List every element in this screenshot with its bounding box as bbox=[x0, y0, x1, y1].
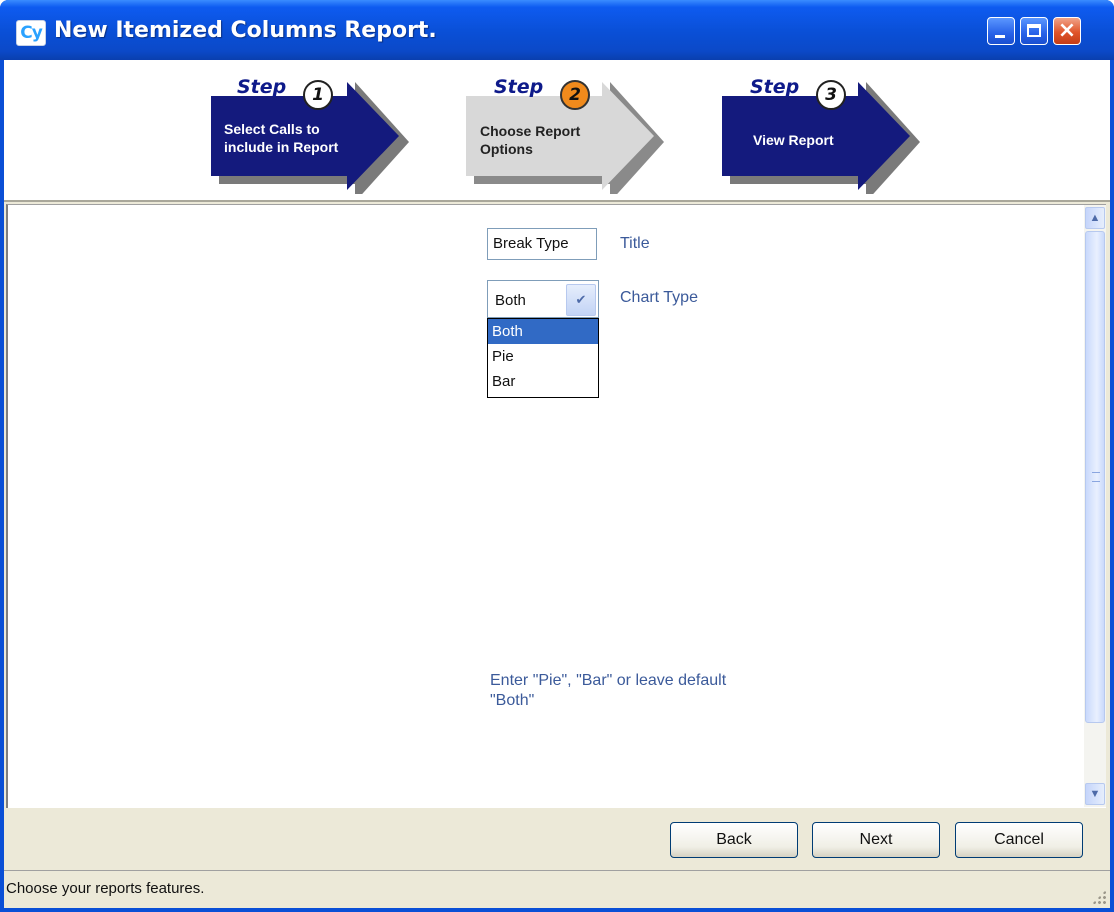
step-2-label-line2: Options bbox=[480, 141, 533, 157]
maximize-icon bbox=[1027, 24, 1041, 37]
wizard-steps: Step 1 Select Calls to include in Report… bbox=[4, 60, 1110, 202]
resize-grip-icon[interactable] bbox=[1092, 890, 1106, 904]
step-3: Step 3 View Report bbox=[720, 74, 930, 194]
vertical-scrollbar[interactable]: ▲ ▼ bbox=[1084, 205, 1106, 807]
window-title: New Itemized Columns Report. bbox=[54, 18, 437, 43]
arrow-up-icon[interactable]: ▲ bbox=[1085, 207, 1105, 229]
status-bar: Choose your reports features. bbox=[4, 870, 1110, 908]
step-1-label-line1: Select Calls to bbox=[224, 121, 320, 137]
step-1-label-line2: include in Report bbox=[224, 139, 339, 155]
app-icon-text: Cy bbox=[20, 23, 43, 43]
minimize-button[interactable] bbox=[987, 17, 1015, 45]
chart-type-label: Chart Type bbox=[620, 289, 698, 306]
title-input[interactable]: Break Type bbox=[487, 228, 597, 260]
step-3-word: Step bbox=[750, 76, 800, 98]
step-2-word: Step bbox=[494, 76, 544, 98]
maximize-button[interactable] bbox=[1020, 17, 1048, 45]
step-3-label: View Report bbox=[753, 131, 834, 149]
scrollbar-thumb[interactable] bbox=[1085, 231, 1105, 723]
step-3-label-line1: View Report bbox=[753, 132, 834, 148]
arrow-down-icon[interactable]: ▼ bbox=[1085, 783, 1105, 805]
client-area: Step 1 Select Calls to include in Report… bbox=[4, 60, 1110, 908]
close-button[interactable]: × bbox=[1053, 17, 1081, 45]
chevron-down-icon[interactable]: ✔ bbox=[566, 284, 596, 316]
step-1-label: Select Calls to include in Report bbox=[224, 120, 338, 156]
title-bar[interactable]: Cy New Itemized Columns Report. × bbox=[0, 0, 1114, 60]
chart-type-option-bar[interactable]: Bar bbox=[488, 369, 598, 394]
chart-type-option-pie[interactable]: Pie bbox=[488, 344, 598, 369]
next-button[interactable]: Next bbox=[812, 822, 940, 858]
chart-type-hint: Enter "Pie", "Bar" or leave default "Bot… bbox=[490, 672, 727, 709]
step-1: Step 1 Select Calls to include in Report bbox=[209, 74, 419, 194]
chart-type-value: Both bbox=[495, 292, 526, 309]
back-button[interactable]: Back bbox=[670, 822, 798, 858]
step-1-word: Step bbox=[237, 76, 287, 98]
grip-icon bbox=[1092, 472, 1100, 482]
cancel-button[interactable]: Cancel bbox=[955, 822, 1083, 858]
step-2-label: Choose Report Options bbox=[480, 122, 580, 158]
chart-type-select[interactable]: Both ✔ bbox=[487, 280, 599, 318]
chart-type-option-both[interactable]: Both bbox=[488, 319, 598, 344]
chart-type-dropdown: Both Pie Bar bbox=[487, 318, 599, 398]
status-text: Choose your reports features. bbox=[6, 880, 205, 897]
app-icon: Cy bbox=[16, 20, 46, 46]
step-2-number: 2 bbox=[560, 80, 590, 110]
step-2: Step 2 Choose Report Options bbox=[464, 74, 674, 194]
close-icon: × bbox=[1057, 18, 1077, 43]
step-3-number: 3 bbox=[816, 80, 846, 110]
report-wizard-window: Cy New Itemized Columns Report. × Step 1… bbox=[0, 0, 1114, 912]
step-2-label-line1: Choose Report bbox=[480, 123, 581, 139]
title-label: Title bbox=[620, 235, 650, 252]
options-panel: Break Type Title Both ✔ Chart Type Both … bbox=[6, 204, 1106, 808]
minimize-icon bbox=[995, 35, 1005, 38]
step-1-number: 1 bbox=[303, 80, 333, 110]
